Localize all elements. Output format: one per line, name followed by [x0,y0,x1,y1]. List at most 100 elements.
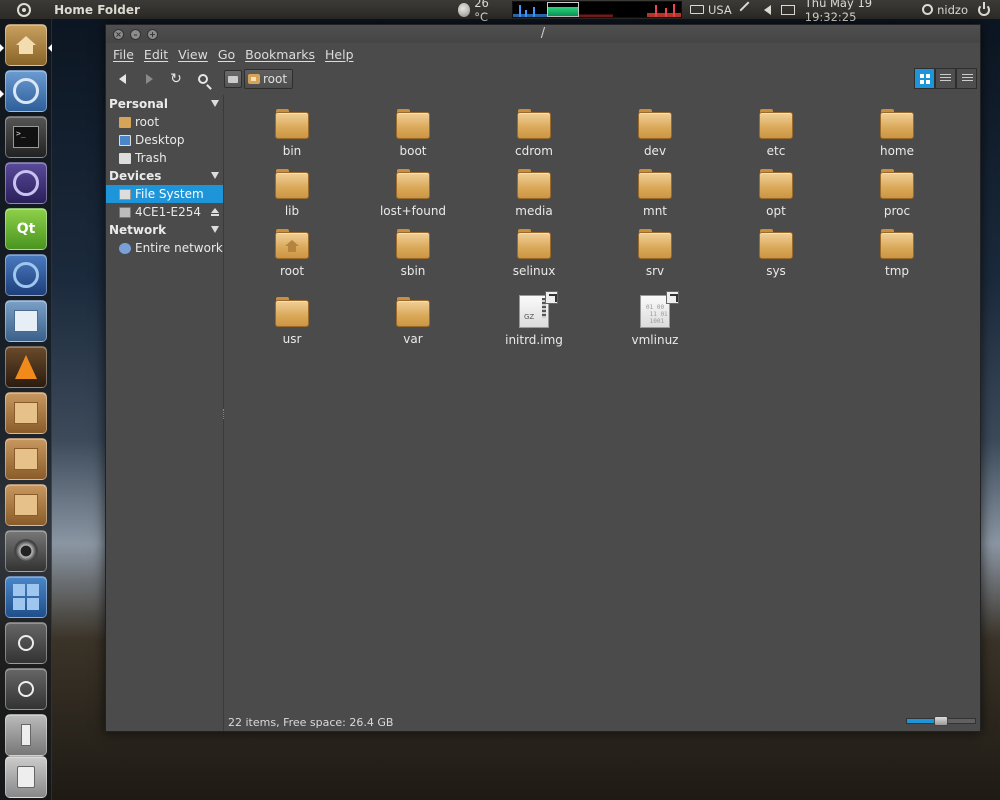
disk-graph [646,2,681,17]
compact-view-button[interactable] [956,68,977,89]
search-button[interactable] [192,68,214,90]
file-name: opt [766,204,786,218]
launcher-vlc[interactable] [5,346,47,388]
file-item[interactable]: 01 00 11 01 1001 vmlinuz [605,291,705,347]
launcher-usb-drive[interactable] [5,714,47,756]
launcher-package-installer[interactable] [5,438,47,480]
window-titlebar[interactable]: × – + / [106,25,980,43]
launcher-zoom-fit[interactable] [5,668,47,710]
menu-view[interactable]: View [178,47,208,62]
sidebar-item-root[interactable]: root [106,113,223,131]
sidebar-item-trash[interactable]: Trash [106,149,223,167]
network-indicator[interactable] [739,1,757,18]
app-title: Home Folder [54,2,140,17]
network-graph [578,2,613,17]
menu-help[interactable]: Help [325,47,354,62]
sidebar-item-entire-network[interactable]: Entire network [106,239,223,257]
system-monitor-graphs[interactable] [511,1,682,18]
weather-indicator[interactable]: 26 °C [458,0,502,24]
file-item[interactable]: var [363,291,463,347]
symlink-arrow-icon [545,291,558,304]
file-item[interactable]: mnt [605,163,705,219]
file-name: initrd.img [505,333,563,347]
file-item[interactable]: bin [242,103,342,159]
sidebar-item-file-system[interactable]: File System [106,185,223,203]
eject-icon[interactable] [211,208,219,216]
file-item[interactable]: cdrom [484,103,584,159]
list-view-button[interactable] [935,68,956,89]
launcher-camera[interactable] [5,530,47,572]
sidebar-header-network[interactable]: Network [106,221,223,239]
arrow-left-icon [118,74,126,84]
file-item[interactable]: root [242,223,342,279]
folder-icon [396,229,430,259]
launcher-terminal[interactable]: >_ [5,116,47,158]
launcher-mail[interactable] [5,300,47,342]
file-name: home [879,144,915,158]
keyboard-indicator[interactable]: USA [689,3,732,17]
launcher-workspaces[interactable] [5,576,47,618]
forward-button[interactable] [138,68,160,90]
file-item[interactable]: opt [726,163,826,219]
file-name: sys [766,264,786,278]
launcher-eclipse[interactable] [5,162,47,204]
user-menu[interactable]: nidzo [922,3,968,17]
file-item[interactable]: sbin [363,223,463,279]
icon-view-button[interactable] [914,68,935,89]
launcher-web-browser[interactable] [5,254,47,296]
status-text: 22 items, Free space: 26.4 GB [228,715,394,729]
folder-icon [759,109,793,139]
sidebar-header-personal[interactable]: Personal [106,95,223,113]
sound-indicator[interactable] [763,4,771,15]
back-button[interactable] [111,68,133,90]
launcher-chromium[interactable] [5,70,47,112]
places-sidebar: Personal root Desktop Trash Devices File… [106,95,224,731]
breadcrumb-filesystem[interactable] [224,70,242,88]
sidebar-item-desktop[interactable]: Desktop [106,131,223,149]
launcher-zoom-in[interactable] [5,622,47,664]
file-item[interactable]: tmp [847,223,947,279]
file-item[interactable]: selinux [484,223,584,279]
launcher-package[interactable] [5,392,47,434]
menu-go[interactable]: Go [218,47,235,62]
binary-glyph: 01 00 11 01 1001 [646,304,668,325]
messaging-indicator[interactable] [780,4,795,15]
arrow-right-icon [145,74,153,84]
file-item[interactable]: media [484,163,584,219]
collapse-caret-icon [211,226,219,233]
package-install-icon [14,448,38,470]
desktop-icon [119,134,131,146]
menu-bookmarks[interactable]: Bookmarks [245,47,315,62]
sidebar-header-devices[interactable]: Devices [106,167,223,185]
launcher-home-folder[interactable] [5,24,47,66]
menu-file[interactable]: File [113,47,134,62]
mail-icon [14,310,38,332]
file-item[interactable]: lib [242,163,342,219]
file-item[interactable]: etc [726,103,826,159]
breadcrumb-root-label: root [263,72,288,86]
sidebar-item-usb-drive[interactable]: 4CE1-E254 [106,203,223,221]
clock[interactable]: Thu May 19 19:32:25 [805,0,912,24]
file-item[interactable]: usr [242,291,342,347]
file-item[interactable]: home [847,103,947,159]
zoom-slider[interactable] [906,716,976,726]
file-item[interactable]: sys [726,223,826,279]
sidebar-resize-handle[interactable] [223,409,225,419]
file-item[interactable]: lost+found [363,163,463,219]
zoom-slider-handle[interactable] [934,716,948,726]
ubuntu-logo-button[interactable] [0,0,48,19]
file-item[interactable]: GZ initrd.img [484,291,584,347]
launcher-package-disc[interactable] [5,484,47,526]
session-menu[interactable] [978,1,990,16]
file-item[interactable]: proc [847,163,947,219]
launcher-qt-creator[interactable]: Qt [5,208,47,250]
file-item[interactable]: dev [605,103,705,159]
file-item[interactable]: srv [605,223,705,279]
menu-edit[interactable]: Edit [144,47,168,62]
reload-button[interactable]: ↻ [165,68,187,90]
breadcrumb-root[interactable]: root [244,69,294,89]
launcher-trash[interactable] [5,756,47,798]
file-manager-window: × – + / File Edit View Go Bookmarks Help… [105,24,981,732]
memory-graph [546,2,579,17]
file-item[interactable]: boot [363,103,463,159]
